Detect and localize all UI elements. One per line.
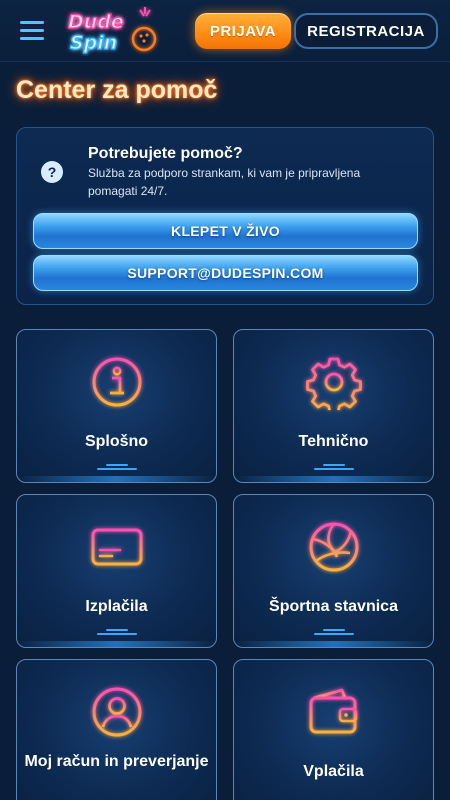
dude-spin-logo[interactable]: Dude Spin: [64, 6, 162, 56]
tile-indicator: [313, 629, 354, 635]
category-tile-technical[interactable]: Tehnično: [233, 329, 434, 483]
menu-icon[interactable]: [20, 21, 44, 41]
category-label: Izplačila: [85, 598, 148, 615]
category-tile-deposits[interactable]: Vplačila: [233, 659, 434, 800]
info-icon: [92, 357, 141, 407]
user-icon: [92, 687, 141, 737]
login-button[interactable]: PRIJAVA: [195, 13, 291, 49]
category-label: Splošno: [84, 433, 149, 450]
category-tile-sportsbook[interactable]: Športna stavnica: [233, 494, 434, 648]
tile-indicator: [96, 629, 137, 635]
top-bar: Dude Spin PRIJAVA REGISTRACIJA: [0, 0, 450, 62]
tile-indicator: [96, 464, 137, 470]
live-chat-button[interactable]: KLEPET V ŽIVO: [33, 213, 418, 249]
wallet-icon: [309, 688, 357, 734]
page-title: Center za pomoč: [16, 76, 218, 104]
category-label: Tehnično: [298, 433, 369, 450]
category-label: Športna stavnica: [269, 598, 398, 615]
category-label: Vplačila: [303, 763, 364, 780]
category-label: Moj račun in preverjanje: [24, 753, 209, 770]
support-email-button[interactable]: SUPPORT@DUDESPIN.COM: [33, 255, 418, 291]
category-tile-general[interactable]: Splošno: [16, 329, 217, 483]
gear-icon: [305, 357, 362, 410]
svg-text:Spin: Spin: [70, 32, 117, 54]
ball-icon: [309, 522, 358, 572]
help-title: Potrebujete pomoč?: [88, 145, 243, 162]
question-icon: ?: [41, 161, 63, 183]
category-tile-account[interactable]: Moj račun in preverjanje: [16, 659, 217, 800]
card-icon: [91, 528, 142, 566]
help-description: Služba za podporo strankam, ki vam je pr…: [88, 166, 361, 198]
svg-text:Dude: Dude: [68, 11, 124, 33]
tile-indicator: [313, 464, 354, 470]
category-tile-withdrawals[interactable]: Izplačila: [16, 494, 217, 648]
register-button[interactable]: REGISTRACIJA: [294, 13, 438, 49]
